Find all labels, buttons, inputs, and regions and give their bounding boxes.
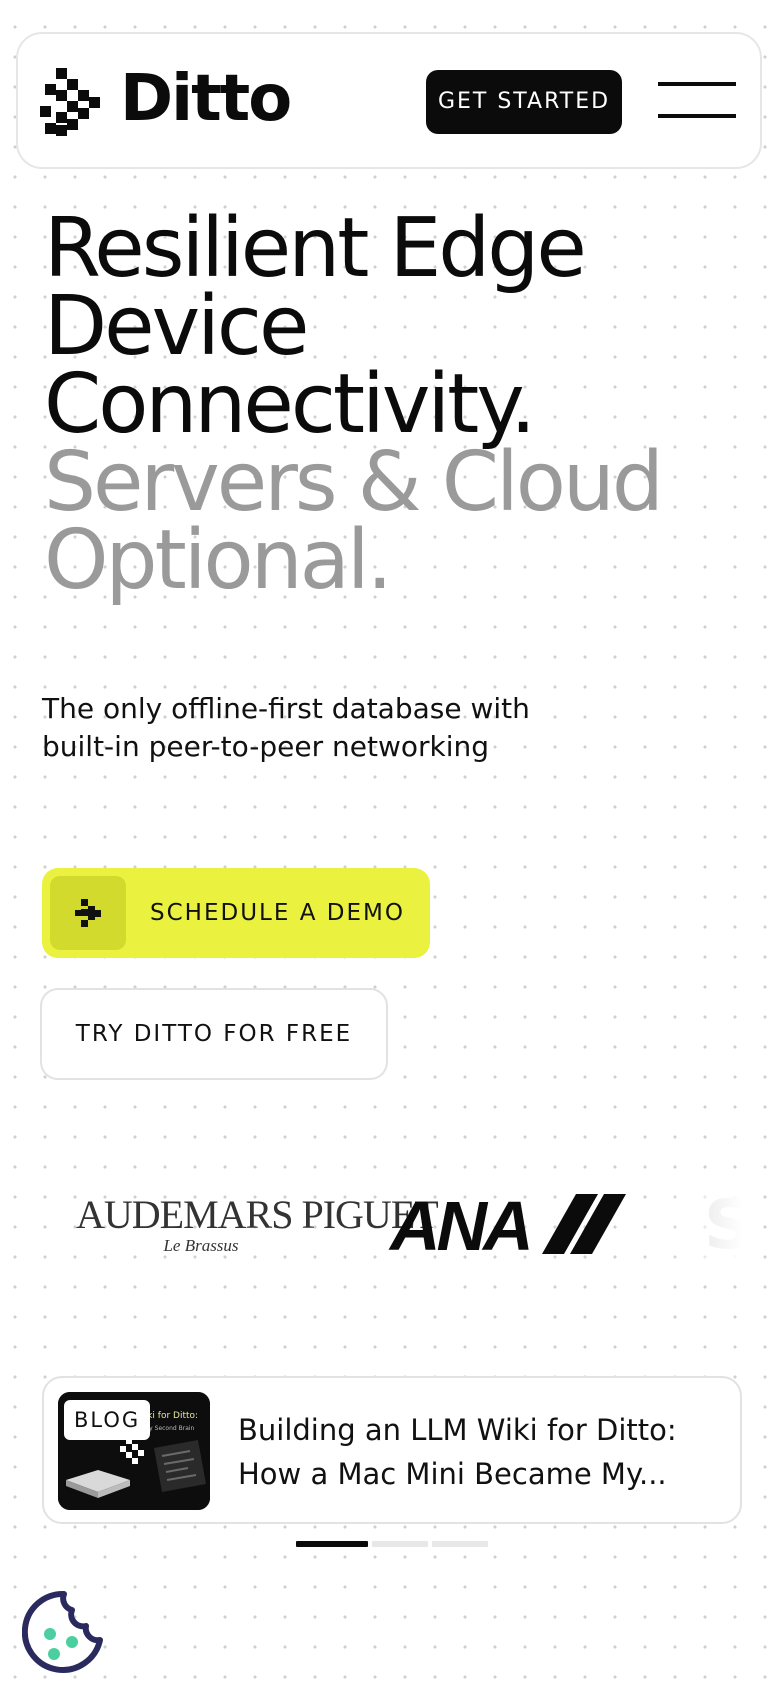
site-header: Ditto GET STARTED — [16, 32, 762, 169]
logo-strip-fade — [662, 1180, 742, 1270]
ditto-logo-icon[interactable] — [40, 68, 102, 136]
schedule-demo-label: SCHEDULE A DEMO — [150, 900, 405, 926]
schedule-demo-icon-box — [50, 876, 126, 950]
ditto-pixel-arrow-icon — [75, 899, 101, 927]
hero-title-line: Connectivity. — [44, 357, 536, 452]
customer-logo-strip: AUDEMARS PIGUET Le Brassus ANA S — [60, 1180, 742, 1270]
hero-subtitle-line: built-in peer-to-peer networking — [42, 730, 490, 763]
hero-title-line: Resilient Edge — [44, 201, 587, 296]
thumbnail-caption: My Second Brain — [144, 1425, 195, 1432]
brand-name[interactable]: Ditto — [120, 60, 292, 138]
blog-badge: BLOG — [64, 1400, 151, 1440]
try-ditto-free-button[interactable]: TRY DITTO FOR FREE — [40, 988, 388, 1080]
menu-bar-bottom — [658, 114, 736, 118]
carousel-indicator-active[interactable] — [296, 1541, 368, 1547]
blog-thumbnail: Wiki for Ditto: My Second Brain BLOG — [58, 1392, 210, 1510]
blog-title-line: How a Mac Mini Became My... — [238, 1457, 667, 1491]
ana-stripes-icon — [542, 1194, 626, 1254]
ditto-pixel-arrow-icon — [40, 68, 100, 136]
ana-wordmark: ANA — [390, 1187, 534, 1265]
schedule-demo-button[interactable]: SCHEDULE A DEMO — [42, 868, 430, 958]
audemars-piguet-logo: AUDEMARS PIGUET Le Brassus — [76, 1192, 439, 1256]
menu-bar-top — [658, 82, 736, 86]
ana-logo: ANA — [390, 1188, 630, 1264]
cookie-icon — [21, 1590, 103, 1673]
carousel-indicator[interactable] — [432, 1541, 488, 1547]
blog-card[interactable]: Wiki for Ditto: My Second Brain BLOG Bui… — [42, 1376, 742, 1524]
hero-subtitle-line: The only offline-first database with — [42, 692, 530, 725]
audemars-piguet-subline: Le Brassus — [163, 1236, 239, 1255]
hero-highlight-line: Optional. — [44, 513, 393, 608]
hero-title: Resilient Edge Device Connectivity. Serv… — [44, 201, 764, 608]
audemars-piguet-wordmark: AUDEMARS PIGUET — [76, 1192, 439, 1237]
cookie-settings-button[interactable] — [21, 1590, 106, 1674]
blog-title: Building an LLM Wiki for Ditto: How a Ma… — [238, 1408, 718, 1496]
carousel-indicator[interactable] — [372, 1541, 428, 1547]
hero-subtitle: The only offline-first database with bui… — [42, 690, 622, 766]
blog-title-line: Building an LLM Wiki for Ditto: — [238, 1413, 677, 1447]
hero-highlight-line: Servers & Cloud — [44, 435, 664, 530]
get-started-button[interactable]: GET STARTED — [426, 70, 622, 134]
hero-title-line: Device — [44, 279, 309, 374]
hamburger-menu-icon[interactable] — [658, 82, 736, 122]
